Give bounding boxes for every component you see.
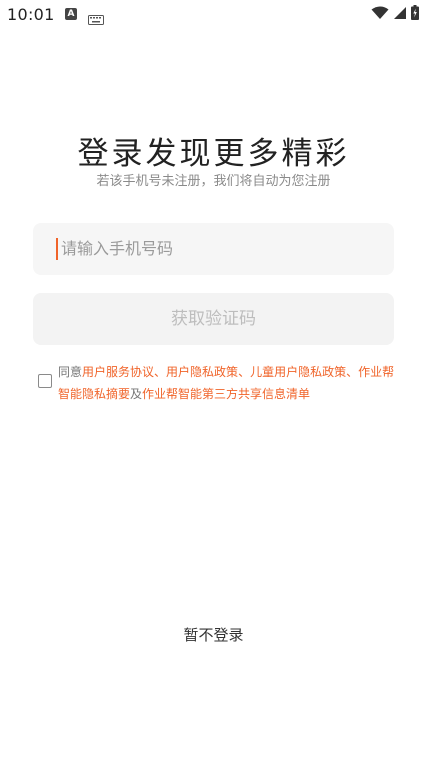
user-service-agreement-link[interactable]: 用户服务协议 [82, 365, 154, 379]
phone-input[interactable]: 请输入手机号码 [33, 223, 394, 275]
app-notification-icon: A [65, 8, 77, 20]
agreement-separator: 、 [238, 365, 251, 379]
agreement-and: 及 [130, 387, 143, 401]
skip-login-button[interactable]: 暂不登录 [0, 624, 427, 645]
status-right-icons [371, 5, 419, 24]
page-subtitle: 若该手机号未注册，我们将自动为您注册 [96, 174, 331, 189]
agreement-text: 同意用户服务协议、用户隐私政策、儿童用户隐私政策、作业帮智能隐私摘要及作业帮智能… [58, 361, 396, 405]
third-party-sharing-list-link[interactable]: 作业帮智能第三方共享信息清单 [142, 387, 310, 401]
get-code-button[interactable]: 获取验证码 [33, 293, 394, 345]
user-privacy-policy-link[interactable]: 用户隐私政策 [166, 365, 238, 379]
page-title: 登录发现更多精彩 [77, 136, 350, 172]
status-bar: 10:01 A [0, 0, 427, 30]
text-cursor [56, 238, 58, 260]
battery-charging-icon [411, 5, 419, 24]
login-screen: 10:01 A 登录发现更多精彩 若该手机号未注册，我们将自动为您注册 请输入手… [0, 0, 427, 759]
agreement-separator: 、 [154, 365, 167, 379]
agreement-checkbox[interactable] [38, 374, 52, 388]
keyboard-icon [88, 10, 104, 29]
wifi-icon [371, 5, 389, 24]
signal-icon [393, 5, 407, 24]
child-privacy-policy-link[interactable]: 儿童用户隐私政策 [250, 365, 346, 379]
agreement-separator: 、 [346, 365, 359, 379]
phone-input-placeholder: 请输入手机号码 [61, 239, 174, 258]
status-time: 10:01 [7, 5, 55, 24]
agreement-prefix: 同意 [58, 365, 83, 379]
